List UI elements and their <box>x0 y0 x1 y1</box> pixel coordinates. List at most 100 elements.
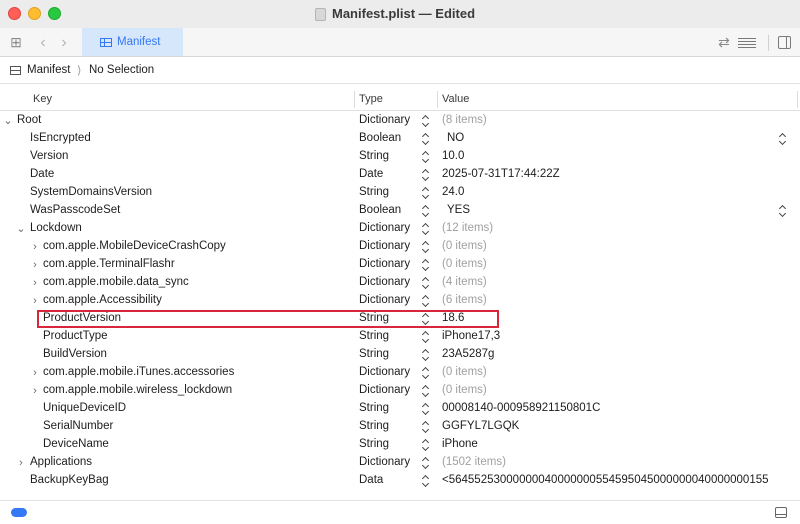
type-stepper-icon[interactable] <box>421 221 431 237</box>
close-window-button[interactable] <box>8 7 21 20</box>
popup-arrow-icon[interactable] <box>778 131 788 147</box>
title-bar: Manifest.plist — Edited <box>0 0 800 28</box>
table-row[interactable]: › com.apple.TerminalFlashr Dictionary (0… <box>0 256 800 274</box>
row-value[interactable]: 10.0 <box>442 150 464 162</box>
type-stepper-icon[interactable] <box>421 473 431 489</box>
column-divider[interactable] <box>354 91 355 108</box>
type-stepper-icon[interactable] <box>421 149 431 165</box>
column-divider[interactable] <box>437 91 438 108</box>
row-value[interactable]: 2025-07-31T17:44:22Z <box>442 168 560 180</box>
table-row[interactable]: ProductType String iPhone17,3 <box>0 328 800 346</box>
table-row[interactable]: SerialNumber String GGFYL7LGQK <box>0 418 800 436</box>
tab-manifest[interactable]: Manifest <box>82 28 183 56</box>
row-value[interactable]: <564552530000000400000005545950450000000… <box>442 474 769 486</box>
type-stepper-icon[interactable] <box>421 239 431 255</box>
row-value: (1502 items) <box>442 456 506 468</box>
chevron-right-icon[interactable]: › <box>30 365 40 381</box>
row-type: String <box>359 330 390 342</box>
document-icon <box>315 8 326 21</box>
table-row[interactable]: Date Date 2025-07-31T17:44:22Z <box>0 166 800 184</box>
type-stepper-icon[interactable] <box>421 419 431 435</box>
type-stepper-icon[interactable] <box>421 131 431 147</box>
row-value[interactable]: YES <box>447 204 470 216</box>
column-type-header[interactable]: Type <box>359 93 383 105</box>
type-stepper-icon[interactable] <box>421 437 431 453</box>
table-row[interactable]: › Applications Dictionary (1502 items) <box>0 454 800 472</box>
plist-editor-window: Manifest.plist — Edited ⊞ ‹ › Manifest ⇄… <box>0 0 800 524</box>
row-key: DeviceName <box>43 438 109 450</box>
row-value[interactable]: iPhone <box>442 438 478 450</box>
chevron-right-icon[interactable]: › <box>30 239 40 255</box>
type-stepper-icon[interactable] <box>421 113 431 129</box>
console-toggle-icon[interactable] <box>775 507 787 518</box>
table-row[interactable]: SystemDomainsVersion String 24.0 <box>0 184 800 202</box>
column-value-header[interactable]: Value <box>442 93 469 105</box>
chevron-right-icon[interactable]: › <box>30 383 40 399</box>
table-row[interactable]: › com.apple.mobile.wireless_lockdown Dic… <box>0 382 800 400</box>
type-stepper-icon[interactable] <box>421 167 431 183</box>
back-arrow-icon[interactable]: ‹ <box>36 28 50 57</box>
inspector-toggle-icon[interactable] <box>778 36 791 49</box>
popup-arrow-icon[interactable] <box>778 203 788 219</box>
row-value[interactable]: GGFYL7LGQK <box>442 420 519 432</box>
table-row[interactable]: Version String 10.0 <box>0 148 800 166</box>
type-stepper-icon[interactable] <box>421 275 431 291</box>
row-value: (8 items) <box>442 114 487 126</box>
swap-icon[interactable]: ⇄ <box>716 28 732 57</box>
row-type: Dictionary <box>359 294 411 306</box>
type-stepper-icon[interactable] <box>421 347 431 363</box>
type-stepper-icon[interactable] <box>421 329 431 345</box>
chevron-down-icon[interactable]: ⌄ <box>3 113 13 129</box>
table-row[interactable]: DeviceName String iPhone <box>0 436 800 454</box>
forward-arrow-icon[interactable]: › <box>57 28 71 57</box>
table-row[interactable]: BackupKeyBag Data <564552530000000400000… <box>0 472 800 490</box>
column-divider[interactable] <box>797 91 798 108</box>
table-row[interactable]: › com.apple.mobile.data_sync Dictionary … <box>0 274 800 292</box>
table-row[interactable]: UniqueDeviceID String 00008140-000958921… <box>0 400 800 418</box>
chevron-right-icon[interactable]: › <box>16 455 26 471</box>
type-stepper-icon[interactable] <box>421 401 431 417</box>
table-row[interactable]: BuildVersion String 23A5287g <box>0 346 800 364</box>
row-type: Dictionary <box>359 384 411 396</box>
row-type: Dictionary <box>359 114 411 126</box>
table-row[interactable]: ⌄ Root Dictionary (8 items) <box>0 112 800 130</box>
row-key: IsEncrypted <box>30 132 91 144</box>
chevron-right-icon[interactable]: › <box>30 257 40 273</box>
row-value[interactable]: NO <box>447 132 464 144</box>
table-row[interactable]: IsEncrypted Boolean NO <box>0 130 800 148</box>
row-value[interactable]: 00008140-000958921150801C <box>442 402 600 414</box>
status-pill-icon[interactable] <box>11 508 27 517</box>
table-row[interactable]: WasPasscodeSet Boolean YES <box>0 202 800 220</box>
type-stepper-icon[interactable] <box>421 293 431 309</box>
type-stepper-icon[interactable] <box>421 185 431 201</box>
row-value[interactable]: 24.0 <box>442 186 464 198</box>
maximize-window-button[interactable] <box>48 7 61 20</box>
row-key: SerialNumber <box>43 420 114 432</box>
type-stepper-icon[interactable] <box>421 257 431 273</box>
text-lines-icon[interactable] <box>738 36 760 50</box>
chevron-right-icon[interactable]: › <box>30 293 40 309</box>
row-key: SystemDomainsVersion <box>30 186 153 198</box>
row-value[interactable]: 23A5287g <box>442 348 494 360</box>
chevron-down-icon[interactable]: ⌄ <box>16 221 26 237</box>
table-row[interactable]: › com.apple.MobileDeviceCrashCopy Dictio… <box>0 238 800 256</box>
row-value[interactable]: iPhone17,3 <box>442 330 500 342</box>
grid-icon[interactable]: ⊞ <box>8 28 24 57</box>
table-row[interactable]: ⌄ Lockdown Dictionary (12 items) <box>0 220 800 238</box>
breadcrumb-separator-icon: ⟩ <box>77 65 82 77</box>
type-stepper-icon[interactable] <box>421 383 431 399</box>
row-type: String <box>359 348 390 360</box>
row-value: (4 items) <box>442 276 487 288</box>
column-key-header[interactable]: Key <box>33 93 52 105</box>
type-stepper-icon[interactable] <box>421 203 431 219</box>
row-key: Version <box>30 150 69 162</box>
chevron-right-icon[interactable]: › <box>30 275 40 291</box>
table-row[interactable]: › com.apple.mobile.iTunes.accessories Di… <box>0 364 800 382</box>
type-stepper-icon[interactable] <box>421 365 431 381</box>
breadcrumb-selection[interactable]: No Selection <box>89 64 154 76</box>
type-stepper-icon[interactable] <box>421 455 431 471</box>
minimize-window-button[interactable] <box>28 7 41 20</box>
breadcrumb-file[interactable]: Manifest <box>27 64 70 76</box>
table-row[interactable]: › com.apple.Accessibility Dictionary (6 … <box>0 292 800 310</box>
row-key: WasPasscodeSet <box>30 204 121 216</box>
